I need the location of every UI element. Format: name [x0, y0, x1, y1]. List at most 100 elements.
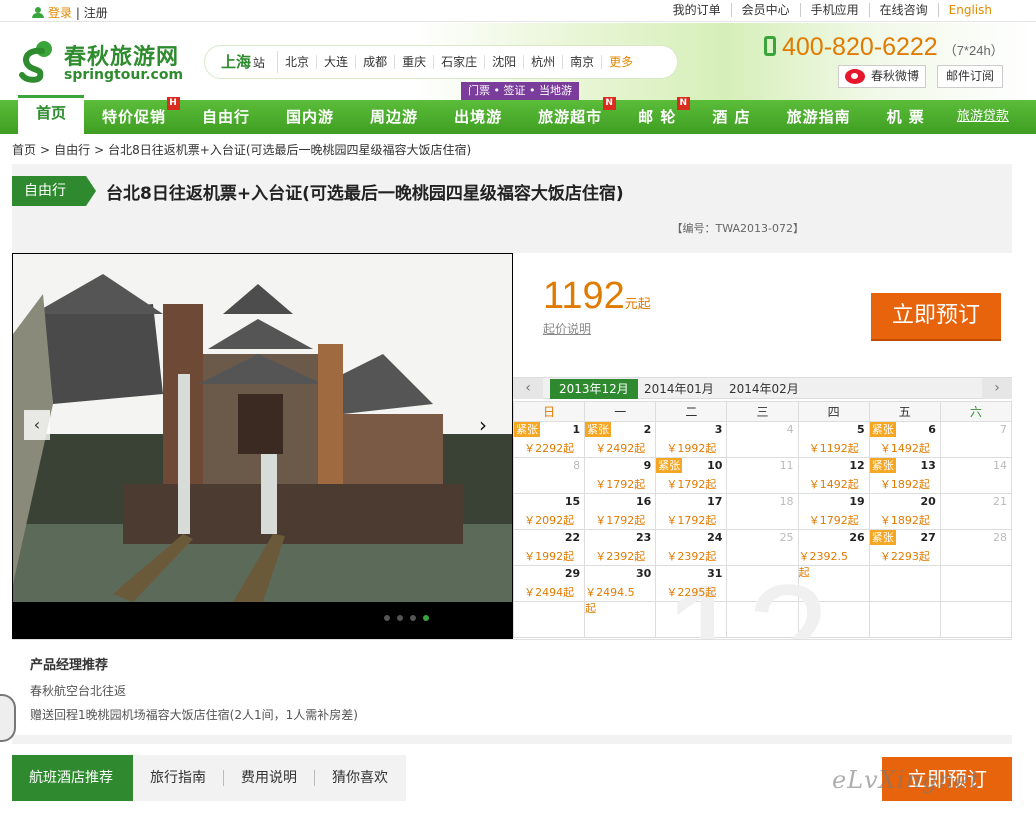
prev-month-arrow[interactable]: ‹: [513, 378, 543, 399]
month-tab[interactable]: 2014年02月: [720, 379, 808, 399]
day-number: 17: [707, 495, 723, 508]
weibo-label: 春秋微博: [871, 69, 920, 83]
tab-you-may-like[interactable]: 猜你喜欢: [315, 755, 405, 801]
calendar-day[interactable]: 紧张 6 ￥1492起: [868, 421, 941, 458]
day-price: ￥1992起: [666, 442, 717, 455]
calendar-day[interactable]: 紧张 1 ￥2292起: [512, 421, 586, 458]
calendar-day: 4: [726, 421, 799, 458]
calendar-day[interactable]: 24 ￥2392起: [655, 529, 728, 566]
nav-home[interactable]: 首页: [18, 95, 84, 134]
breadcrumb-home[interactable]: 首页: [12, 143, 36, 157]
calendar-day[interactable]: 29 ￥2494起: [512, 565, 586, 602]
site-logo[interactable]: 春秋旅游网 springtour.com: [16, 37, 196, 89]
day-number: 3: [714, 423, 723, 436]
day-price: ￥1492起: [879, 442, 930, 455]
calendar-day[interactable]: 紧张 27 ￥2293起: [868, 529, 941, 566]
ticket-visa-banner[interactable]: 门票 • 签证 • 当地游: [461, 82, 579, 100]
mobile-app-link[interactable]: 手机应用: [799, 3, 869, 17]
next-month-arrow[interactable]: ›: [982, 378, 1012, 399]
logo-en: springtour.com: [64, 67, 184, 83]
hotline-number: 400-820-6222: [782, 33, 938, 61]
day-number: 8: [573, 459, 581, 472]
day-number: 11: [779, 459, 794, 472]
calendar-day[interactable]: 19 ￥1792起: [797, 493, 870, 530]
hotline: 400-820-6222 （7*24h）: [764, 33, 1004, 62]
nav-item[interactable]: 邮 轮N: [620, 97, 694, 134]
month-tab[interactable]: 2013年12月: [550, 379, 638, 399]
phone-icon: [764, 36, 776, 56]
nav-item[interactable]: 出境游: [436, 100, 520, 134]
breadcrumb-category[interactable]: 自由行: [54, 143, 90, 157]
city-link[interactable]: 南京: [562, 55, 601, 69]
tab-fees[interactable]: 费用说明: [224, 755, 314, 801]
calendar-day[interactable]: 紧张 10 ￥1792起: [655, 457, 728, 494]
calendar-day[interactable]: 20 ￥1892起: [868, 493, 941, 530]
carousel-dot-active[interactable]: [423, 615, 429, 621]
more-cities-link[interactable]: 更多: [601, 55, 640, 69]
city-link[interactable]: 重庆: [394, 55, 433, 69]
calendar-day[interactable]: 22 ￥1992起: [512, 529, 586, 566]
city-link[interactable]: 成都: [355, 55, 394, 69]
my-orders-link[interactable]: 我的订单: [663, 3, 731, 17]
day-price: ￥1792起: [595, 478, 646, 491]
city-link[interactable]: 大连: [316, 55, 355, 69]
carousel-dot[interactable]: [397, 615, 403, 621]
day-price: ￥2494起: [524, 586, 575, 599]
nav-item[interactable]: 机 票: [869, 100, 943, 134]
tab-travel-guide[interactable]: 旅行指南: [133, 755, 223, 801]
day-number: 1: [572, 423, 581, 436]
carousel-dot[interactable]: [384, 615, 390, 621]
nav-item[interactable]: 旅游超市 N: [520, 97, 620, 134]
nav-item[interactable]: 周边游: [352, 100, 436, 134]
calendar-day[interactable]: 16 ￥1792起: [584, 493, 657, 530]
city-link[interactable]: 杭州: [523, 55, 562, 69]
weibo-button[interactable]: 春秋微博: [838, 65, 926, 88]
day-number: 21: [993, 495, 1007, 508]
calendar-day: [512, 601, 586, 638]
calendar-day[interactable]: 3 ￥1992起: [655, 421, 728, 458]
nav-item[interactable]: 特价促销 H: [84, 97, 184, 134]
calendar-day[interactable]: 23 ￥2392起: [584, 529, 657, 566]
current-city[interactable]: 上海站: [205, 51, 279, 73]
side-float-handle[interactable]: [0, 694, 16, 742]
user-icon: [32, 7, 44, 18]
tight-badge: 紧张: [514, 422, 540, 437]
calendar-day[interactable]: 9 ￥1792起: [584, 457, 657, 494]
carousel-next-arrow[interactable]: ›: [470, 410, 496, 440]
city-link[interactable]: 石家庄: [433, 55, 484, 69]
calendar-day[interactable]: 17 ￥1792起: [655, 493, 728, 530]
calendar-day[interactable]: 紧张 2 ￥2492起: [584, 421, 657, 458]
day-number: 4: [786, 423, 794, 436]
mail-subscribe-button[interactable]: 邮件订阅: [937, 65, 1003, 88]
nav-item[interactable]: 国内游: [268, 100, 352, 134]
carousel-dot[interactable]: [410, 615, 416, 621]
login-link[interactable]: 登录: [48, 6, 72, 20]
calendar-day[interactable]: 26 ￥2392.5起: [797, 529, 870, 579]
calendar-day: 25: [726, 529, 799, 566]
calendar-day[interactable]: 5 ￥1192起: [797, 421, 870, 458]
nav-item[interactable]: 酒 店: [694, 100, 768, 134]
calendar-day[interactable]: 31 ￥2295起: [655, 565, 728, 602]
carousel-prev-arrow[interactable]: ‹: [24, 410, 50, 440]
online-consult-link[interactable]: 在线咨询: [868, 3, 938, 17]
month-tab[interactable]: 2014年01月: [635, 379, 723, 399]
calendar-day[interactable]: 紧张 13 ￥1892起: [868, 457, 941, 494]
tab-flight-hotel[interactable]: 航班酒店推荐: [12, 755, 133, 801]
city-link[interactable]: 沈阳: [484, 55, 523, 69]
tight-badge: 紧张: [869, 458, 896, 473]
nav-item[interactable]: 旅游指南: [769, 100, 869, 134]
register-link[interactable]: 注册: [84, 6, 108, 20]
calendar-day[interactable]: 12 ￥1492起: [797, 457, 870, 494]
city-link[interactable]: 北京: [278, 55, 316, 69]
book-now-button[interactable]: 立即预订: [871, 293, 1001, 339]
member-center-link[interactable]: 会员中心: [730, 3, 800, 17]
nav-loan-link[interactable]: 旅游贷款: [943, 99, 1009, 135]
recommend-title: 产品经理推荐: [30, 658, 109, 673]
calendar-day: [939, 565, 1013, 602]
nav-item[interactable]: 自由行: [184, 100, 268, 134]
calendar-day[interactable]: 30 ￥2494.5起: [584, 565, 657, 615]
calendar-day[interactable]: 15 ￥2092起: [512, 493, 586, 530]
price-note-link[interactable]: 起价说明: [543, 320, 591, 337]
top-links: 我的订单 会员中心 手机应用 在线咨询 English: [663, 3, 1002, 17]
english-link[interactable]: English: [937, 3, 1002, 17]
